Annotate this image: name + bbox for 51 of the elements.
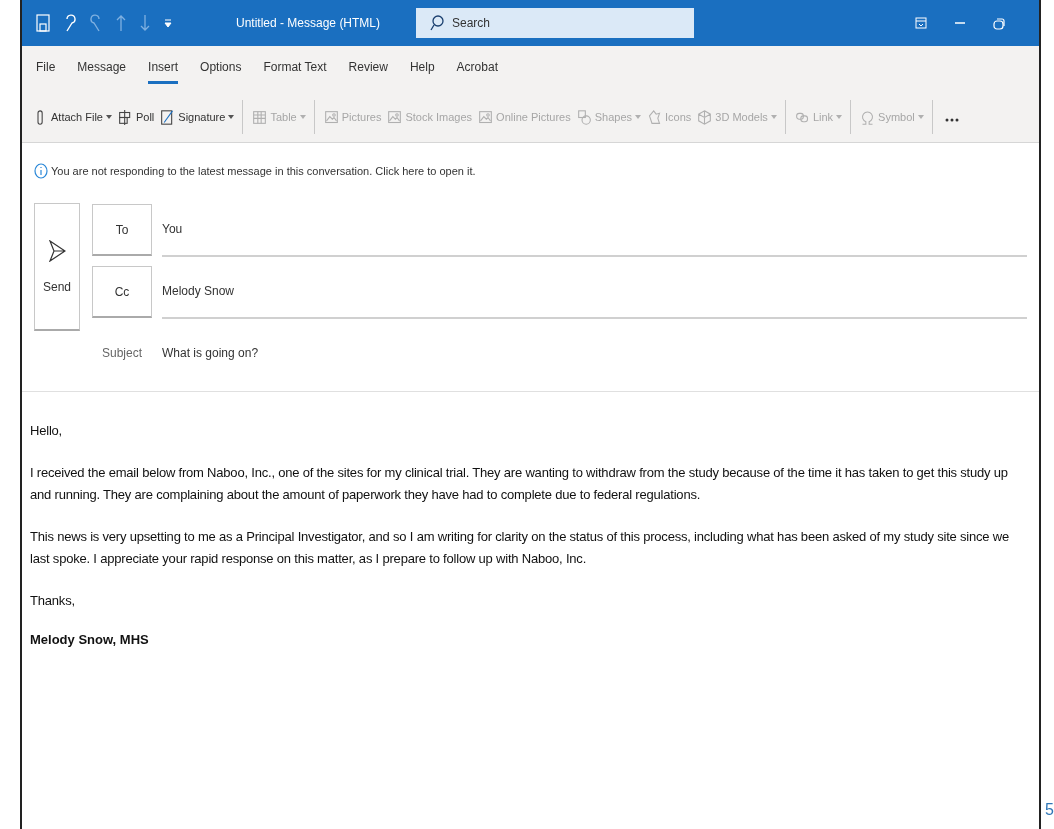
customize-icon[interactable]: [164, 18, 172, 28]
signature-icon: [160, 108, 176, 126]
signature-text: Melody Snow, MHS: [30, 632, 150, 647]
caret-icon: [299, 115, 306, 119]
caret-icon: [228, 115, 235, 119]
info-icon: [34, 163, 48, 179]
picture-icon: [323, 108, 339, 126]
recipient-button[interactable]: Cc: [92, 266, 152, 318]
ribbon-button[interactable]: Attach File: [30, 100, 115, 134]
ribbon-display-icon[interactable]: [915, 17, 927, 29]
menu-tab[interactable]: Insert: [148, 60, 179, 84]
menu-tab[interactable]: Message: [77, 60, 127, 84]
input-field[interactable]: Melody Snow: [162, 265, 1027, 319]
ribbon-button[interactable]: Signature: [157, 100, 244, 134]
caret-icon: [770, 115, 777, 119]
poll-icon: [117, 108, 133, 126]
caret-icon: [635, 115, 641, 119]
body-paragraph: Hello,: [30, 422, 64, 440]
recipient-button[interactable]: To: [92, 204, 152, 256]
send-icon: [48, 239, 66, 262]
send-button[interactable]: Send: [34, 203, 80, 331]
minimize-icon[interactable]: [955, 21, 965, 25]
input-field[interactable]: You: [162, 203, 1027, 257]
table-icon: [252, 108, 268, 126]
body-paragraph: This news is very upsetting to me as a Principal Investigator, and so I am writing for clarity on the status of this process, including what has been asked of my study site since we last spoke. I appreciate your rapid response on this matter, as I prepare to follow up with Naboo, Inc.: [30, 528, 1010, 568]
body-paragraph: I received the email below from Naboo, Inc., one of the sites for my clinical trial. They are wanting to withdraw from the study because of the time it has taken to get this study up and running. They are complaining about the amount of paperwork they have had to complete due to federal regulations.: [30, 464, 1009, 504]
shapes-icon: [576, 108, 592, 126]
caret-icon: [917, 115, 924, 119]
menu-tab[interactable]: Review: [348, 60, 388, 84]
menu-tab[interactable]: Options: [200, 60, 242, 84]
caret-icon: [105, 115, 112, 119]
save-icon[interactable]: [36, 14, 50, 32]
info-message[interactable]: You are not responding to the latest message in this conversation. Click here to open it.: [51, 165, 476, 177]
picture-icon: [478, 108, 494, 126]
menu-tab[interactable]: Acrobat: [456, 60, 498, 84]
omega-icon: [860, 108, 876, 126]
page-number: 5: [1045, 801, 1054, 819]
ribbon-button[interactable]: Poll: [114, 100, 158, 134]
menu-tab[interactable]: File: [36, 60, 56, 84]
search-icon: [430, 15, 444, 31]
body-paragraph: Thanks,: [30, 592, 76, 610]
window-title: Untitled - Message (HTML): [236, 16, 382, 30]
field-label: Subject: [101, 345, 143, 362]
restore-icon[interactable]: [993, 16, 1005, 30]
input-field[interactable]: What is going on?: [162, 327, 1027, 379]
search-field[interactable]: Search: [416, 8, 694, 38]
caret-icon: [836, 115, 843, 119]
cube-icon: [697, 108, 713, 126]
menu-tab[interactable]: Help: [409, 60, 435, 84]
menu-tab[interactable]: Format Text: [263, 60, 327, 84]
picture-icon: [387, 108, 403, 126]
